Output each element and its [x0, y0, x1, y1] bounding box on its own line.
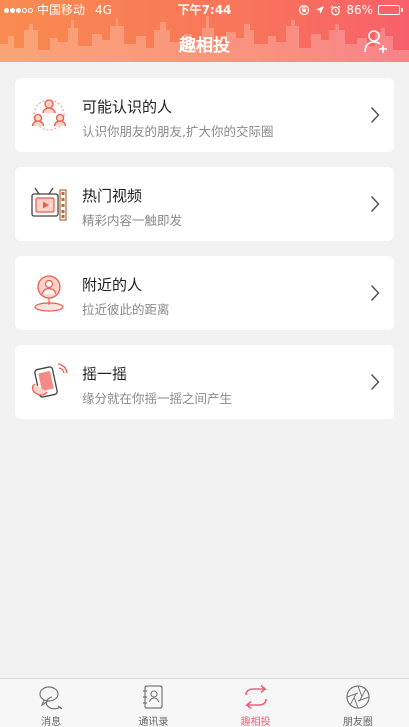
card-subtitle: 缘分就在你摇一摇之间产生 — [82, 391, 233, 406]
tab-label: 消息 — [41, 717, 62, 727]
card-title: 热门视频 — [82, 187, 143, 205]
feature-list: 可能认识的人 认识你朋友的朋友,扩大你的交际圈 热门视频 精彩内容一触即发 附近… — [15, 78, 394, 434]
chevron-right-icon — [370, 106, 380, 124]
orientation-lock-icon — [299, 4, 310, 16]
tab-contacts[interactable]: 通讯录 — [102, 679, 204, 727]
tab-messages[interactable]: 消息 — [0, 679, 102, 727]
nearby-person-icon — [34, 275, 64, 312]
shake-phone-icon — [31, 363, 68, 398]
card-subtitle: 认识你朋友的朋友,扩大你的交际圈 — [82, 124, 274, 139]
card-people-you-may-know[interactable]: 可能认识的人 认识你朋友的朋友,扩大你的交际圈 — [15, 78, 394, 152]
tab-label: 趣相投 — [240, 717, 271, 727]
contacts-book-icon — [143, 685, 163, 709]
exchange-arrows-icon — [244, 684, 267, 710]
battery-icon — [378, 5, 403, 15]
people-network-icon — [31, 99, 67, 131]
location-arrow-icon — [316, 6, 325, 14]
card-shake[interactable]: 摇一摇 缘分就在你摇一摇之间产生 — [15, 345, 394, 419]
chevron-right-icon — [370, 284, 380, 302]
card-nearby-people[interactable]: 附近的人 拉近彼此的距离 — [15, 256, 394, 330]
tab-label: 通讯录 — [138, 717, 169, 727]
alarm-clock-icon — [330, 5, 341, 15]
video-film-icon — [31, 187, 67, 221]
card-subtitle: 精彩内容一触即发 — [82, 213, 183, 228]
tab-label: 朋友圈 — [342, 717, 373, 727]
battery-percent: 86% — [346, 3, 373, 17]
camera-aperture-icon — [346, 685, 370, 709]
tab-moments[interactable]: 朋友圈 — [307, 679, 409, 727]
card-title: 附近的人 — [82, 276, 143, 294]
page-title: 趣相投 — [179, 36, 230, 56]
chevron-right-icon — [370, 373, 380, 391]
header-bar: 中国移动 4G 下午7:44 86% 趣相投 — [0, 0, 409, 62]
chat-bubble-icon — [39, 686, 63, 710]
card-title: 摇一摇 — [82, 365, 128, 383]
card-hot-videos[interactable]: 热门视频 精彩内容一触即发 — [15, 167, 394, 241]
status-bar: 中国移动 4G 下午7:44 86% — [0, 0, 409, 20]
add-user-icon[interactable] — [363, 28, 389, 54]
card-subtitle: 拉近彼此的距离 — [82, 302, 170, 317]
chevron-right-icon — [370, 195, 380, 213]
bottom-tab-bar: 消息 通讯录 趣相投 朋友圈 — [0, 678, 409, 727]
card-title: 可能认识的人 — [82, 98, 173, 116]
tab-quxiangtou[interactable]: 趣相投 — [205, 679, 307, 727]
